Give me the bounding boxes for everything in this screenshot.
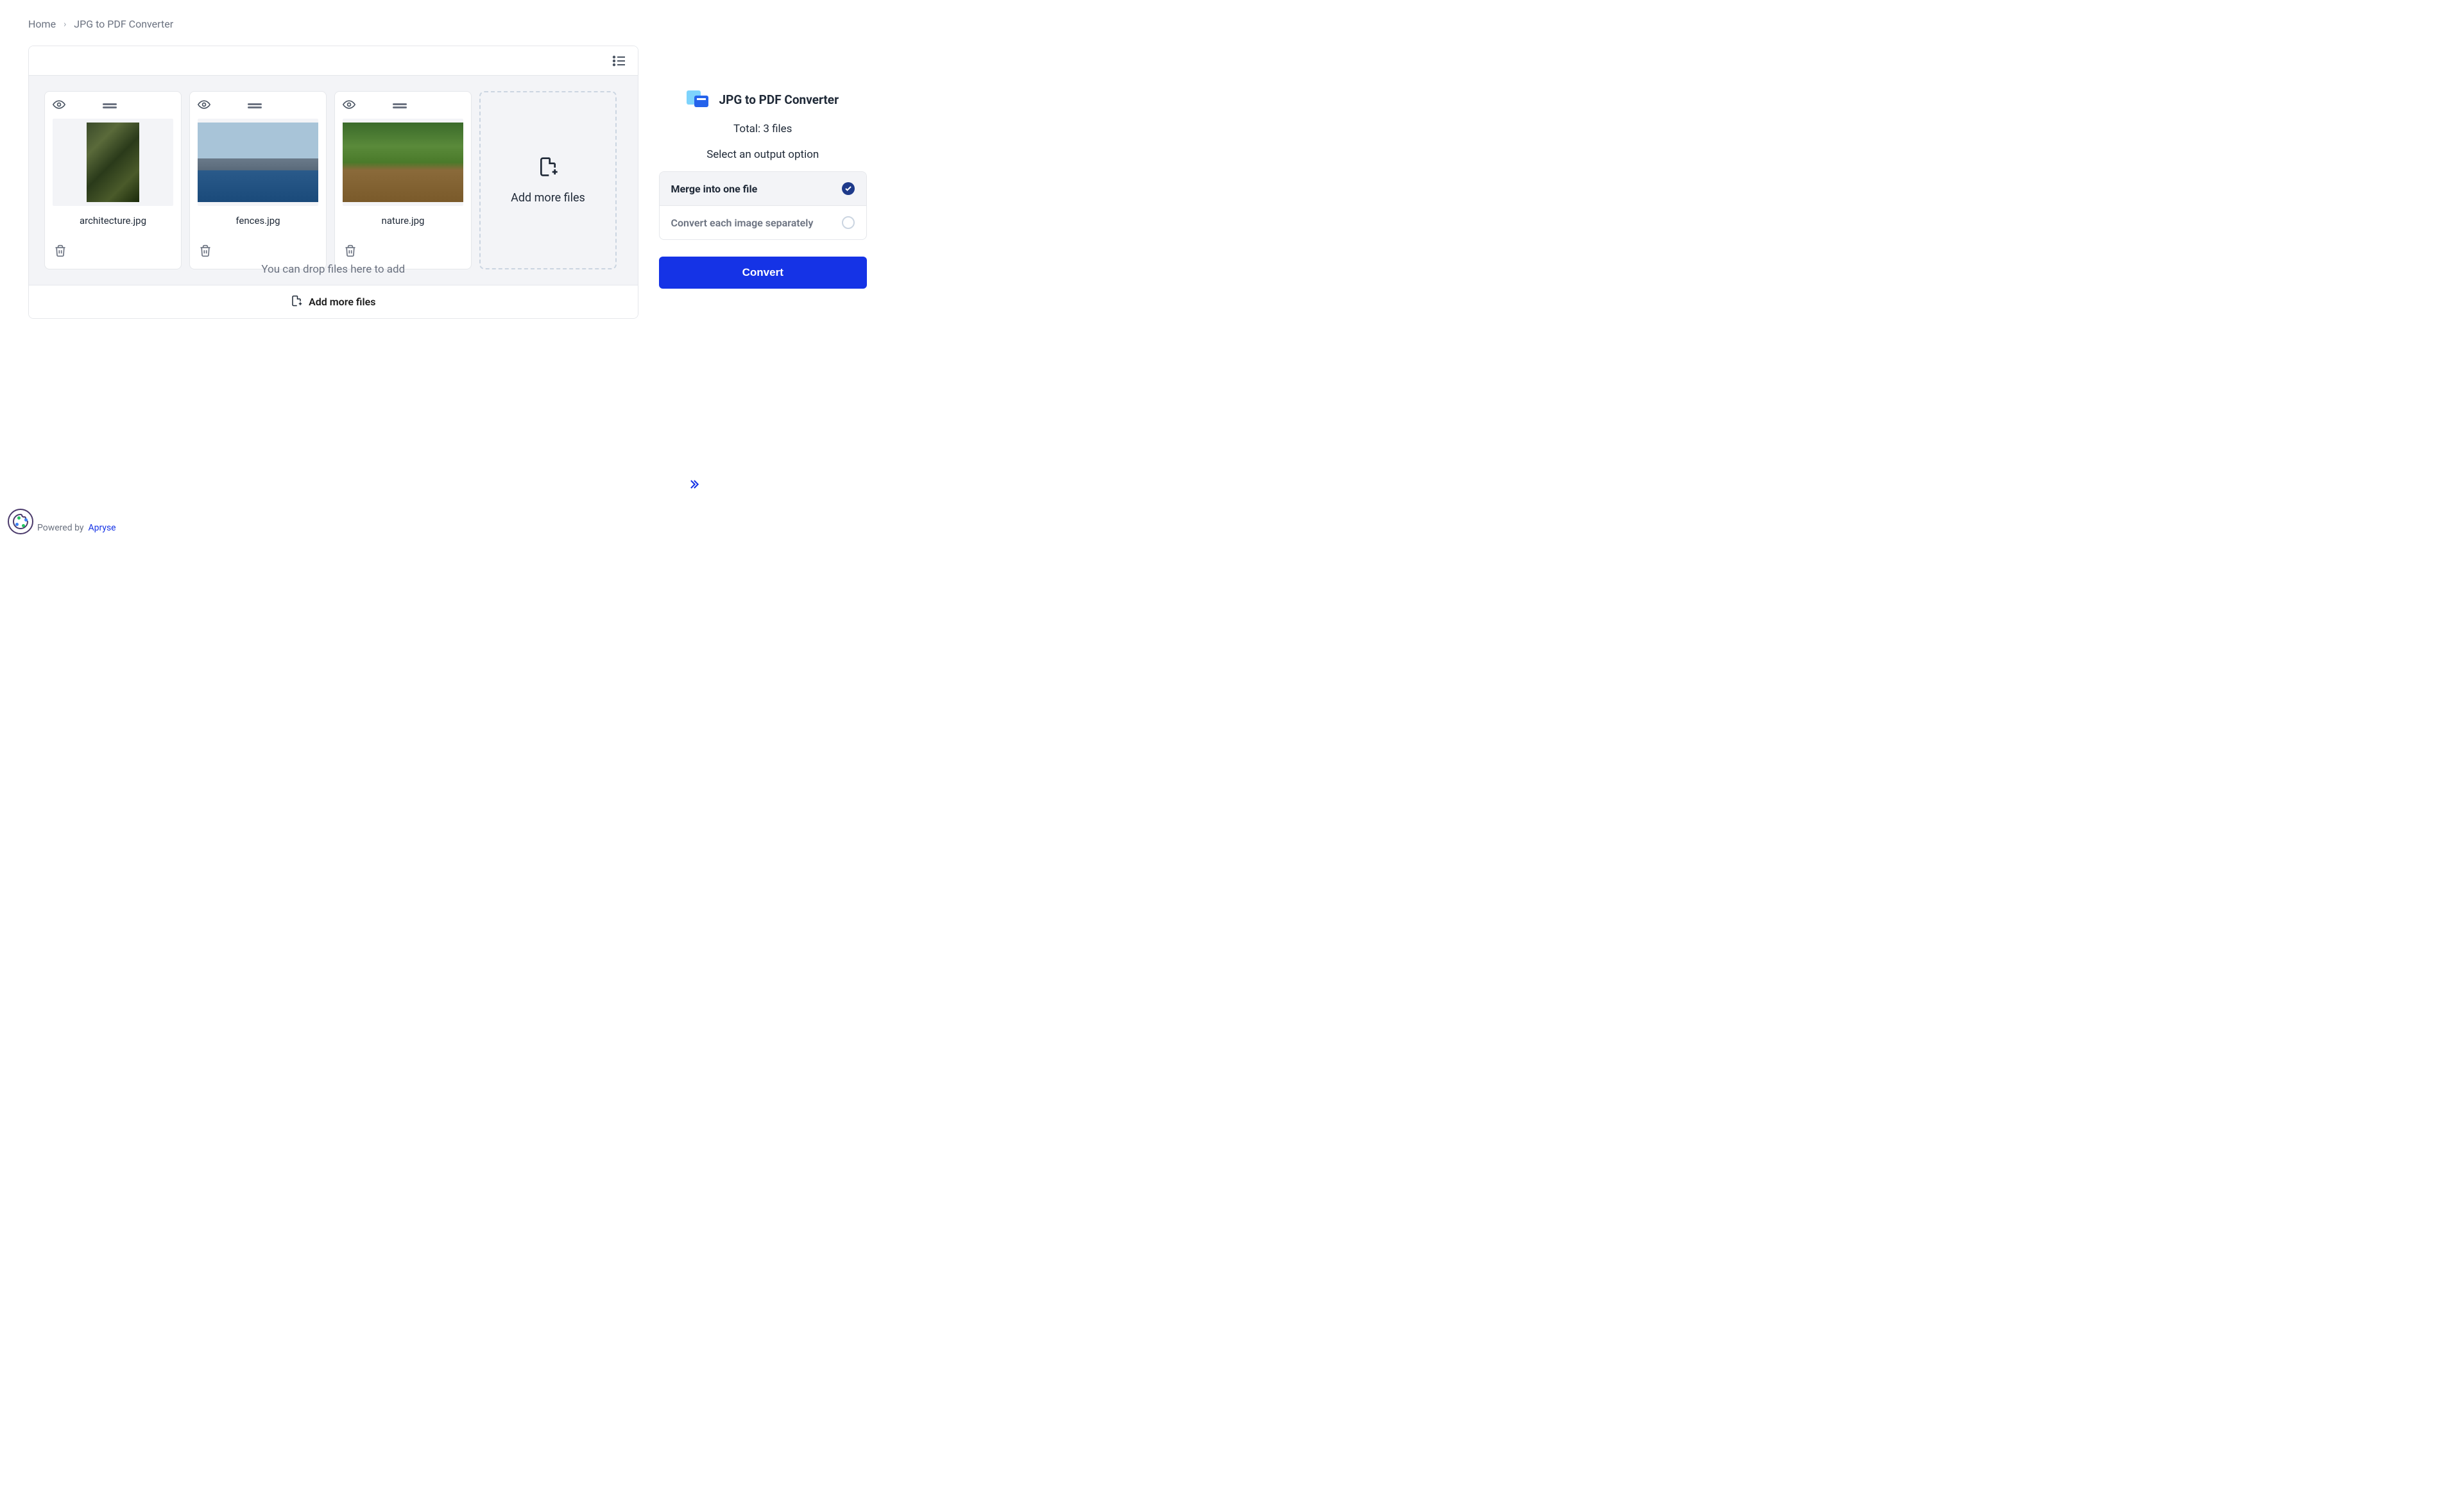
add-files-tile[interactable]: Add more files — [479, 91, 617, 269]
radio-selected-icon — [842, 182, 855, 195]
option-separate[interactable]: Convert each image separately — [660, 205, 866, 239]
option-separate-label: Convert each image separately — [671, 217, 814, 229]
breadcrumb-current: JPG to PDF Converter — [74, 18, 173, 30]
drag-handle-icon[interactable] — [248, 102, 262, 110]
drop-hint: You can drop files here to add — [29, 263, 638, 276]
footer: Powered by Apryse — [37, 523, 116, 533]
drag-handle-icon[interactable] — [393, 102, 407, 110]
file-card: fences.jpg — [189, 91, 327, 269]
panel-title: JPG to PDF Converter — [719, 92, 839, 107]
file-thumbnail[interactable] — [198, 119, 318, 206]
files-grid: architecture.jpg — [29, 76, 638, 285]
delete-icon[interactable] — [54, 250, 67, 260]
file-name: architecture.jpg — [45, 206, 181, 226]
files-toolbar — [29, 46, 638, 76]
drag-handle-icon[interactable] — [103, 102, 117, 110]
breadcrumb: Home › JPG to PDF Converter — [0, 0, 895, 38]
radio-unselected-icon — [842, 216, 855, 229]
collapse-panel-icon[interactable] — [687, 478, 700, 493]
add-files-bar-label: Add more files — [309, 296, 375, 308]
file-thumbnail[interactable] — [343, 119, 463, 206]
add-files-tile-label: Add more files — [511, 191, 585, 205]
file-name: nature.jpg — [335, 206, 471, 226]
file-card: architecture.jpg — [44, 91, 182, 269]
jpg-to-pdf-icon — [687, 90, 710, 108]
option-merge-label: Merge into one file — [671, 183, 758, 195]
preview-icon[interactable] — [198, 98, 210, 114]
powered-by-label: Powered by — [37, 523, 84, 533]
preview-icon[interactable] — [53, 98, 65, 114]
convert-button[interactable]: Convert — [659, 257, 867, 289]
select-output-label: Select an output option — [706, 148, 819, 161]
list-view-icon[interactable] — [612, 55, 626, 67]
total-files: Total: 3 files — [733, 123, 792, 135]
add-file-icon — [291, 295, 302, 309]
file-thumbnail[interactable] — [53, 119, 173, 206]
add-files-bar[interactable]: Add more files — [29, 285, 638, 318]
cookie-icon[interactable] — [8, 509, 33, 534]
file-card: nature.jpg — [334, 91, 472, 269]
add-file-icon — [538, 157, 558, 180]
preview-icon[interactable] — [343, 98, 355, 114]
chevron-right-icon: › — [64, 19, 66, 30]
option-merge[interactable]: Merge into one file — [660, 172, 866, 205]
breadcrumb-home[interactable]: Home — [28, 18, 56, 30]
delete-icon[interactable] — [199, 250, 212, 260]
brand-link[interactable]: Apryse — [88, 523, 116, 533]
output-options: Merge into one file Convert each image s… — [659, 171, 867, 240]
file-name: fences.jpg — [190, 206, 326, 226]
delete-icon[interactable] — [344, 250, 357, 260]
options-panel: JPG to PDF Converter Total: 3 files Sele… — [659, 46, 867, 319]
files-panel: architecture.jpg — [28, 46, 638, 319]
